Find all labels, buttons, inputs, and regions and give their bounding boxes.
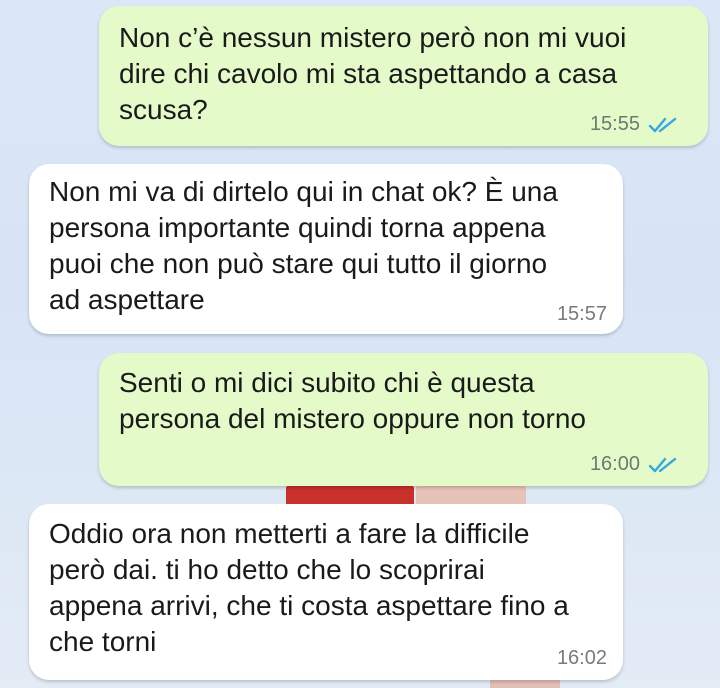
message-time: 15:55 (589, 113, 640, 135)
message-text: Senti o mi dici subito chi è questa pers… (119, 367, 586, 434)
message-meta: 15:55 (590, 113, 678, 136)
message-text: Non mi va di dirtelo qui in chat ok? È u… (49, 176, 558, 315)
message-time: 16:02 (556, 647, 607, 669)
outgoing-message-bubble[interactable]: Senti o mi dici subito chi è questa pers… (99, 353, 708, 486)
double-check-read-icon (648, 457, 677, 472)
message-text: Oddio ora non metterti a fare la diffici… (49, 518, 569, 657)
message-text: Non c’è nessun mistero però non mi vuoi … (119, 22, 627, 125)
message-meta: 16:02 (557, 647, 607, 670)
incoming-message-bubble[interactable]: Oddio ora non metterti a fare la diffici… (29, 504, 623, 680)
message-meta: 15:57 (557, 303, 607, 326)
incoming-message-bubble[interactable]: Non mi va di dirtelo qui in chat ok? È u… (29, 164, 623, 334)
message-meta: 16:00 (590, 453, 678, 476)
double-check-read-icon (648, 117, 677, 132)
outgoing-message-bubble[interactable]: Non c’è nessun mistero però non mi vuoi … (99, 6, 708, 146)
message-time: 15:57 (556, 303, 607, 325)
message-time: 16:00 (589, 453, 640, 475)
